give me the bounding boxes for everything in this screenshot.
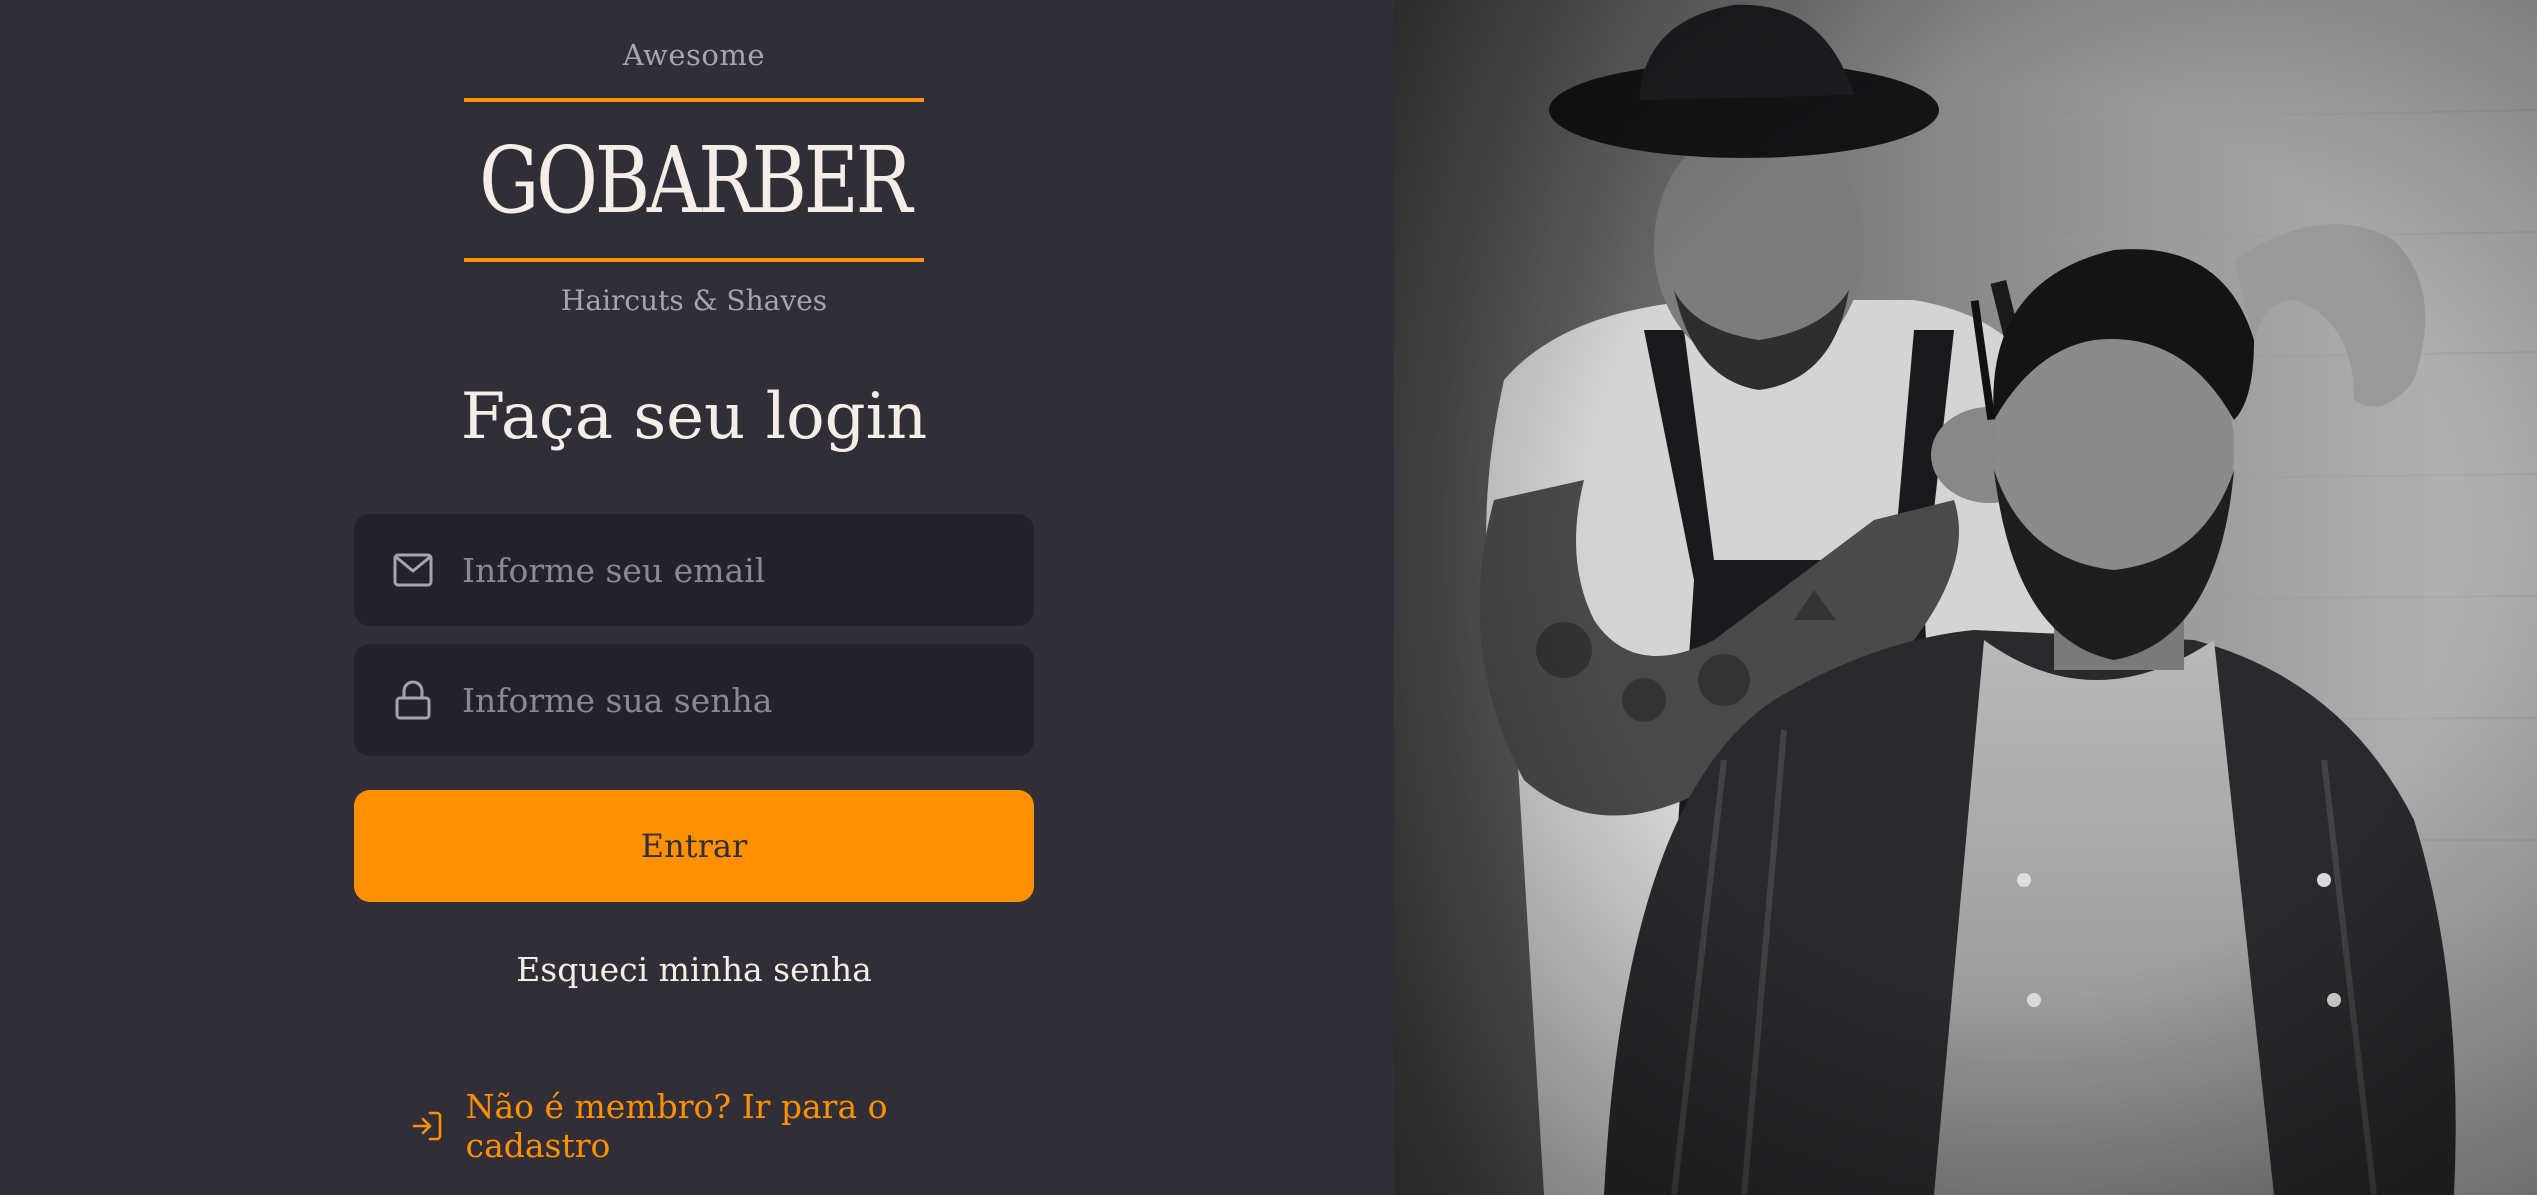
logo-top-text: Awesome	[622, 38, 766, 72]
email-field[interactable]	[354, 514, 1034, 626]
submit-button[interactable]: Entrar	[354, 790, 1034, 902]
lock-icon	[390, 677, 436, 723]
logo-rule-bottom	[464, 258, 924, 262]
page-title: Faça seu login	[460, 380, 928, 454]
gobarber-logo: Awesome GOBARBER Haircuts & Shaves	[464, 38, 924, 320]
logo-word: GOBARBER	[479, 127, 912, 234]
log-in-icon	[408, 1106, 446, 1146]
logo-sub-text: Haircuts & Shaves	[560, 284, 828, 317]
forgot-password-link[interactable]: Esqueci minha senha	[354, 950, 1034, 989]
login-panel: Awesome GOBARBER Haircuts & Shaves Faça …	[0, 0, 1394, 1195]
barber-photo	[1394, 0, 2537, 1195]
password-input[interactable]	[462, 644, 1034, 756]
email-input[interactable]	[462, 514, 1034, 626]
login-page: Awesome GOBARBER Haircuts & Shaves Faça …	[0, 0, 2537, 1195]
signup-link[interactable]: Não é membro? Ir para o cadastro	[408, 1087, 1008, 1165]
logo-rule-top	[464, 98, 924, 102]
password-field[interactable]	[354, 644, 1034, 756]
mail-icon	[390, 547, 436, 593]
signup-link-label: Não é membro? Ir para o cadastro	[465, 1087, 888, 1165]
logo-wordmark: GOBARBER	[464, 118, 924, 244]
barber-photo-illustration	[1394, 0, 2537, 1195]
